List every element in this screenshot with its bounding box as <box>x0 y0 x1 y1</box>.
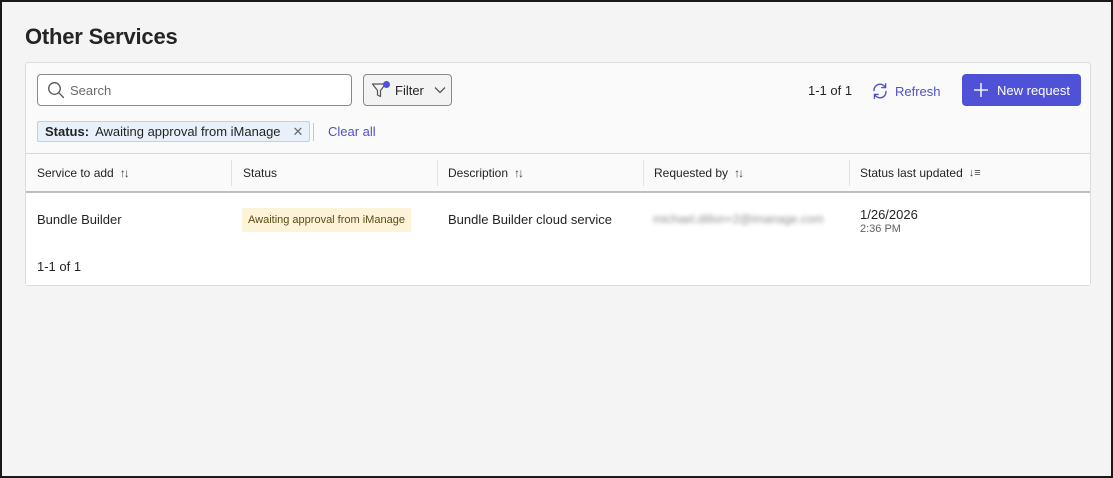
cell-service: Bundle Builder <box>37 212 122 227</box>
search-input[interactable] <box>70 75 345 105</box>
filter-chip-key: Status: <box>45 124 90 139</box>
filter-active-indicator <box>383 81 390 88</box>
filter-chip-value: Awaiting approval from iManage <box>95 124 281 139</box>
page-title: Other Services <box>25 24 178 49</box>
cell-updated-time: 2:36 PM <box>860 223 901 235</box>
sort-icon: ↑↓ <box>119 166 130 180</box>
filter-button[interactable]: Filter <box>363 74 452 106</box>
filter-icon <box>371 80 390 100</box>
new-request-button[interactable]: New request <box>962 74 1081 106</box>
refresh-label: Refresh <box>895 83 941 99</box>
sort-icon: ↑↓ <box>514 166 524 180</box>
column-header-service[interactable]: Service to add ↑↓ <box>26 154 231 192</box>
close-icon[interactable]: ✕ <box>293 124 304 140</box>
app-window: Other Services Filter 1-1 of 1 <box>0 0 1113 478</box>
column-header-requested-by[interactable]: Requested by ↑↓ <box>643 154 849 192</box>
services-panel: Filter 1-1 of 1 Refresh New request <box>25 62 1091 286</box>
refresh-button[interactable]: Refresh <box>871 81 941 101</box>
filter-label: Filter <box>395 82 424 98</box>
table-row[interactable]: Bundle Builder Awaiting approval from iM… <box>26 193 1090 249</box>
table-footer-count: 1-1 of 1 <box>37 259 82 274</box>
cell-description: Bundle Builder cloud service <box>448 212 613 227</box>
table-header: Service to add ↑↓ Status Description ↑↓ … <box>26 153 1090 193</box>
status-badge: Awaiting approval from iManage <box>242 208 411 232</box>
results-count: 1-1 of 1 <box>808 83 853 98</box>
filter-chip-status: Status: Awaiting approval from iManage ✕ <box>37 121 311 142</box>
services-table: Service to add ↑↓ Status Description ↑↓ … <box>26 153 1090 285</box>
sort-icon: ↑↓ <box>734 166 744 180</box>
clear-all-link[interactable]: Clear all <box>328 124 376 139</box>
sort-descending-icon: ↓≡ <box>968 167 981 179</box>
column-header-description[interactable]: Description ↑↓ <box>437 154 643 192</box>
refresh-icon <box>873 83 887 99</box>
column-header-status: Status <box>243 166 278 180</box>
chip-divider <box>313 123 314 141</box>
search-icon <box>48 82 65 99</box>
chevron-down-icon <box>434 87 446 94</box>
plus-icon <box>974 83 988 97</box>
search-box[interactable] <box>37 74 352 106</box>
cell-updated-date: 1/26/2026 <box>860 207 918 222</box>
new-request-label: New request <box>997 82 1070 98</box>
column-header-status-last-updated[interactable]: Status last updated ↓≡ <box>849 154 1089 192</box>
cell-requested-by: michael.dillon+2@imanage.com <box>653 212 824 226</box>
